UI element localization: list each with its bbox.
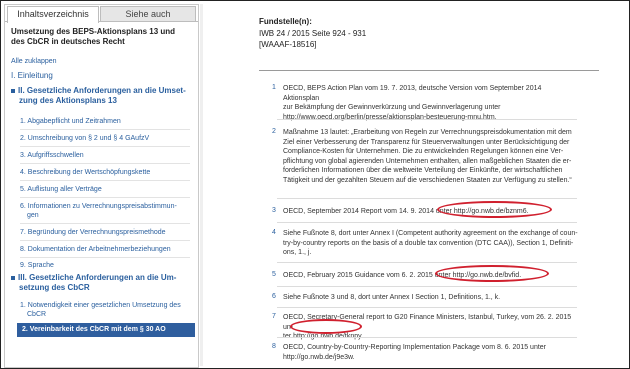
nav-section-2-line1: II. Gesetzliche Anforderungen an die Ums… — [18, 86, 186, 95]
nav-divider — [20, 223, 190, 224]
horizontal-rule — [259, 70, 599, 71]
footnote-line: pflichtung von global agierenden Unterne… — [283, 157, 572, 165]
nav-item-arbeitnehmerbeziehungen[interactable]: 8. Dokumentation der Arbeitnehmerbeziehu… — [20, 245, 171, 254]
footnote-divider — [277, 262, 577, 263]
nav-item-aufgriffsschwellen[interactable]: 3. Aufgriffsschwellen — [20, 151, 84, 160]
nav-item-notwendigkeit-cont[interactable]: CbCR — [27, 310, 46, 319]
fundstelle-label: Fundstelle(n): — [259, 17, 312, 26]
footnote-line: OECD, Country-by-Country-Reporting Imple… — [283, 344, 547, 351]
nav-section-2-heading[interactable]: II. Gesetzliche Anforderungen an die Ums… — [11, 86, 186, 96]
highlight-circle — [437, 201, 552, 218]
footnote-number[interactable]: 5 — [272, 271, 276, 278]
highlight-circle — [290, 319, 362, 334]
footnote-line: Tätigkeit und der gezahlten Steuern auf … — [283, 176, 572, 184]
nav-item-verrechnungspreisabstimmungen[interactable]: 6. Informationen zu Verrechnungspreisabs… — [20, 202, 177, 211]
footnote-line: Compliance-Kosten für Unternehmen. Die z… — [283, 148, 564, 155]
nav-section-2-line2: zung des Aktionsplans 13 — [19, 96, 117, 105]
nav-item-verrechnungspreisabstimmungen-cont[interactable]: gen — [27, 211, 39, 220]
nav-divider — [20, 146, 190, 147]
pane-divider[interactable] — [200, 4, 203, 366]
footnote-divider — [277, 307, 577, 308]
nav-item-umschreibung[interactable]: 2. Umschreibung von § 2 und § 4 GAufzV — [20, 134, 149, 143]
nav-divider — [20, 197, 190, 198]
nav-section-3-line2: setzung des CbCR — [19, 283, 90, 292]
nav-section-3-heading[interactable]: III. Gesetzliche Anforderungen an die Um… — [11, 273, 176, 283]
fundstelle-id: [WAAAF-18516] — [259, 40, 317, 49]
tab-siehe-auch[interactable]: Siehe auch — [100, 6, 196, 21]
footnote-line: ons, 1., j. — [283, 249, 312, 256]
document-content: Fundstelle(n): IWB 24 / 2015 Seite 924 -… — [204, 4, 624, 366]
nav-divider — [20, 240, 190, 241]
nav-divider — [20, 129, 190, 130]
footnote-text: Siehe Fußnote 3 und 8, dort unter Annex … — [283, 293, 578, 303]
nav-section-einleitung[interactable]: I. Einleitung — [11, 71, 53, 80]
footnote-text: Siehe Fußnote 8, dort unter Annex I (Com… — [283, 229, 578, 258]
highlight-circle — [435, 265, 549, 282]
nav-item-wertschoepfungskette[interactable]: 4. Beschreibung der Wertschöpfungskette — [20, 168, 150, 177]
footnote-number[interactable]: 6 — [272, 293, 276, 300]
document-title: Umsetzung des BEPS-Aktionsplans 13 und d… — [11, 27, 176, 46]
footnote-line: Maßnahme 13 lautet: „Erarbeitung von Reg… — [283, 129, 572, 136]
footnote-text: Maßnahme 13 lautet: „Erarbeitung von Reg… — [283, 128, 578, 185]
footnote-number[interactable]: 2 — [272, 128, 276, 135]
footnote-divider — [277, 222, 577, 223]
nav-item-notwendigkeit[interactable]: 1. Notwendigkeit einer gesetzlichen Umse… — [20, 301, 181, 310]
footnote-number[interactable]: 4 — [272, 229, 276, 236]
collapse-all-link[interactable]: Alle zuklappen — [11, 58, 57, 65]
footnote-number[interactable]: 1 — [272, 84, 276, 91]
footnote-number[interactable]: 7 — [272, 313, 276, 320]
nav-section-3-line1: III. Gesetzliche Anforderungen an die Um… — [18, 273, 177, 282]
footnote-line: try-by-country reports on the basis of a… — [283, 239, 574, 247]
footnote-divider — [277, 119, 577, 120]
nav-item-sprache[interactable]: 9. Sprache — [20, 261, 54, 270]
footnote-line: Siehe Fußnote 8, dort unter Annex I (Com… — [283, 230, 578, 237]
tab-inhaltsverzeichnis[interactable]: Inhaltsverzeichnis — [7, 6, 99, 23]
nav-item-abgabepflicht[interactable]: 1. Abgabepflicht und Zeitrahmen — [20, 117, 121, 126]
fundstelle-reference: IWB 24 / 2015 Seite 924 - 931 — [259, 29, 367, 38]
expand-bullet-icon — [11, 88, 15, 93]
footnote-link[interactable]: http://go.nwb.de/j9e3w. — [283, 353, 578, 363]
footnote-line: zur Bekämpfung der Gewinnverkürzung und … — [283, 104, 501, 111]
footnote-number[interactable]: 8 — [272, 343, 276, 350]
nav-divider — [20, 257, 190, 258]
nav-item-active-vereinbarkeit[interactable]: 2. Vereinbarkeit des CbCR mit dem § 30 A… — [17, 323, 195, 337]
footnote-line: OECD, BEPS Action Plan vom 19. 7. 2013, … — [283, 85, 542, 102]
footnote-text: OECD, Country-by-Country-Reporting Imple… — [283, 343, 578, 362]
expand-bullet-icon — [11, 275, 15, 280]
footnote-link[interactable]: http://www.oecd.org/berlin/presse/aktion… — [283, 113, 578, 123]
footnote-text: OECD, BEPS Action Plan vom 19. 7. 2013, … — [283, 84, 578, 122]
footnote-divider — [277, 337, 577, 338]
footnote-number[interactable]: 3 — [272, 207, 276, 214]
footnote-line: forderlichen Informationen über die welt… — [283, 167, 563, 174]
footnote-line: Ziel einer Verbesserung der Transparenz … — [283, 138, 570, 146]
footnote-divider — [277, 198, 577, 199]
footnote-divider — [277, 286, 577, 287]
sidebar: Inhaltsverzeichnis Siehe auch Umsetzung … — [4, 4, 199, 368]
nav-item-vertraege[interactable]: 5. Auflistung aller Verträge — [20, 185, 102, 194]
nav-item-verrechnungspreismethode[interactable]: 7. Begründung der Verrechnungspreismetho… — [20, 228, 166, 237]
window: Inhaltsverzeichnis Siehe auch Umsetzung … — [0, 0, 630, 369]
nav-divider — [20, 163, 190, 164]
footnote-line: Siehe Fußnote 3 und 8, dort unter Annex … — [283, 294, 501, 301]
nav-divider — [20, 180, 190, 181]
tab-bar: Inhaltsverzeichnis Siehe auch — [5, 5, 198, 23]
